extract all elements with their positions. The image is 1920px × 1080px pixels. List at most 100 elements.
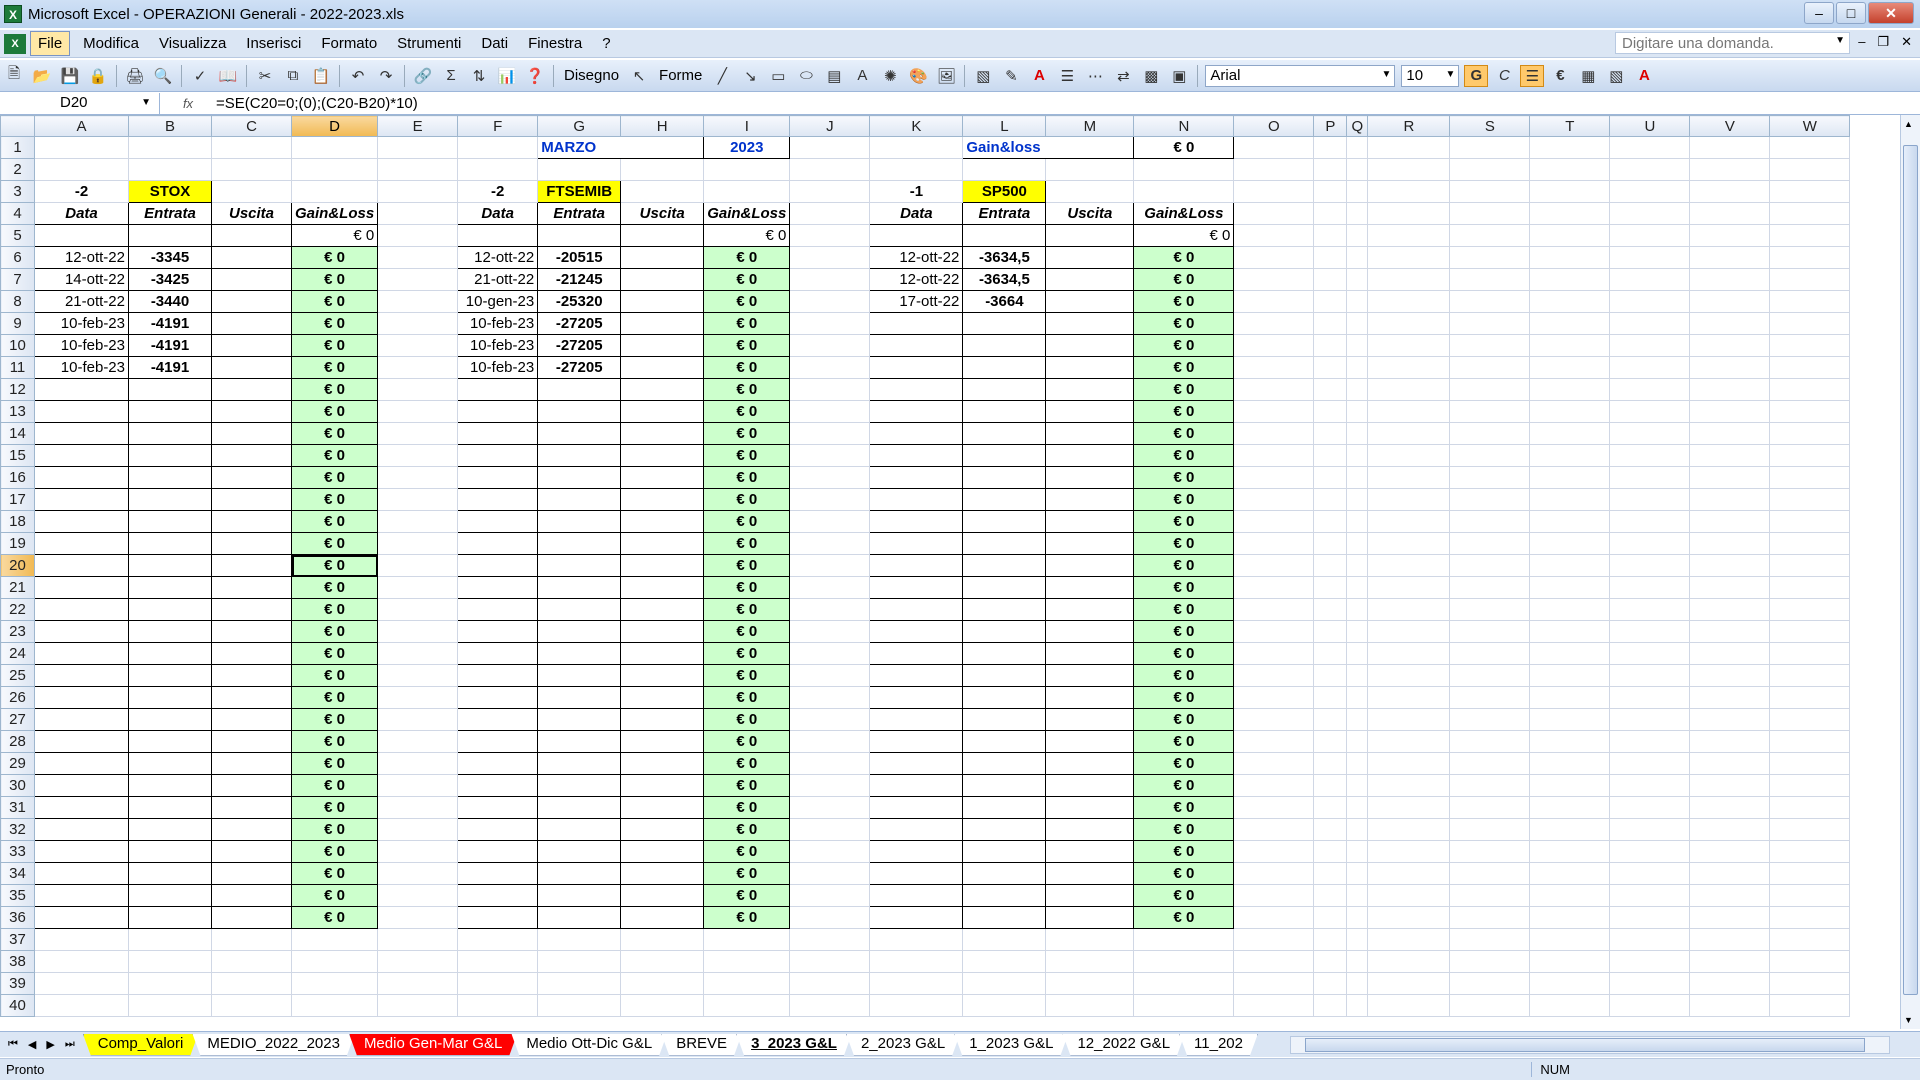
cell[interactable] (869, 906, 964, 929)
cell[interactable] (211, 268, 292, 291)
cell[interactable] (1769, 686, 1851, 709)
cell[interactable] (1346, 290, 1369, 313)
cell[interactable] (1233, 158, 1315, 181)
cell[interactable] (377, 994, 459, 1017)
cell[interactable] (1367, 158, 1451, 181)
cell[interactable] (1449, 246, 1531, 269)
column-label[interactable]: Uscita (211, 202, 292, 225)
entry-date[interactable]: 12-ott-22 (869, 268, 964, 291)
cell[interactable] (869, 312, 964, 335)
cell[interactable] (789, 356, 871, 379)
cell[interactable] (1045, 884, 1135, 907)
cell[interactable] (377, 818, 459, 841)
cell[interactable] (869, 510, 964, 533)
cell[interactable] (1233, 422, 1315, 445)
cell[interactable] (1609, 928, 1691, 951)
cell[interactable] (457, 378, 539, 401)
cell[interactable] (537, 466, 622, 489)
cell[interactable] (1689, 598, 1771, 621)
cell[interactable] (1689, 356, 1771, 379)
cell[interactable] (1313, 290, 1348, 313)
cell[interactable] (703, 158, 791, 181)
cell[interactable] (1769, 444, 1851, 467)
cell[interactable] (1449, 620, 1531, 643)
cell[interactable] (789, 136, 871, 159)
cell[interactable] (1367, 246, 1451, 269)
cell[interactable] (1367, 268, 1451, 291)
cell[interactable] (1689, 796, 1771, 819)
cell[interactable] (620, 158, 705, 181)
cell[interactable] (1449, 290, 1531, 313)
cell[interactable] (620, 906, 705, 929)
cell[interactable] (537, 510, 622, 533)
cell[interactable] (1769, 158, 1851, 181)
row-header[interactable]: 24 (0, 642, 35, 665)
cell[interactable] (1367, 840, 1451, 863)
cell[interactable] (1346, 752, 1369, 775)
cell[interactable] (34, 796, 129, 819)
cell[interactable] (962, 972, 1047, 995)
cell[interactable] (128, 884, 212, 907)
cell[interactable] (1689, 686, 1771, 709)
cell[interactable] (34, 510, 129, 533)
cell[interactable] (457, 906, 539, 929)
column-header[interactable]: T (1529, 115, 1611, 137)
cell[interactable] (789, 620, 871, 643)
row-header[interactable]: 37 (0, 928, 35, 951)
cell[interactable] (1689, 268, 1771, 291)
cell[interactable] (962, 598, 1047, 621)
column-label[interactable]: Gain&Loss (703, 202, 791, 225)
cell[interactable] (620, 576, 705, 599)
cell[interactable] (869, 884, 964, 907)
cell[interactable] (1689, 708, 1771, 731)
cell[interactable] (1233, 884, 1315, 907)
row-header[interactable]: 5 (0, 224, 35, 247)
cell[interactable] (1609, 576, 1691, 599)
entry-price[interactable]: -3345 (128, 246, 212, 269)
horizontal-scrollbar[interactable] (1290, 1036, 1890, 1054)
cell[interactable] (1367, 664, 1451, 687)
cell[interactable] (1313, 686, 1348, 709)
cell[interactable] (1313, 510, 1348, 533)
cell[interactable] (1045, 972, 1135, 995)
cell[interactable] (1233, 708, 1315, 731)
gain-loss-cell[interactable]: € 0 (290, 642, 379, 665)
cell[interactable] (789, 444, 871, 467)
cell[interactable] (1346, 884, 1369, 907)
cell[interactable] (1313, 664, 1348, 687)
cell[interactable] (1609, 598, 1691, 621)
cell[interactable] (1367, 180, 1451, 203)
cell[interactable] (211, 532, 292, 555)
column-label[interactable]: Uscita (620, 202, 705, 225)
research-icon[interactable]: 📖 (216, 65, 240, 87)
cell[interactable] (1233, 906, 1315, 929)
cell[interactable] (1346, 686, 1369, 709)
new-icon[interactable]: 🗎 (2, 65, 26, 87)
cell[interactable] (1313, 620, 1348, 643)
cell[interactable] (869, 444, 964, 467)
gain-loss-cell[interactable]: € 0 (703, 752, 791, 775)
cell[interactable] (1769, 884, 1851, 907)
cell[interactable] (620, 972, 705, 995)
cell[interactable] (1346, 642, 1369, 665)
cell[interactable] (211, 994, 292, 1017)
cell[interactable] (1449, 532, 1531, 555)
cell[interactable] (1529, 818, 1611, 841)
cell[interactable] (1449, 664, 1531, 687)
row-header[interactable]: 29 (0, 752, 35, 775)
cell[interactable] (1689, 488, 1771, 511)
cell[interactable] (1313, 312, 1348, 335)
gain-loss-cell[interactable]: € 0 (1133, 554, 1235, 577)
shapes-menu[interactable]: Forme (657, 67, 704, 84)
cell[interactable] (1609, 510, 1691, 533)
cell[interactable] (1609, 840, 1691, 863)
cell[interactable] (128, 730, 212, 753)
cell[interactable] (1346, 928, 1369, 951)
maximize-button[interactable]: □ (1836, 2, 1866, 24)
cell[interactable] (1346, 202, 1369, 225)
cell[interactable] (1529, 620, 1611, 643)
gain-loss-cell[interactable]: € 0 (703, 774, 791, 797)
cell[interactable] (457, 400, 539, 423)
gain-loss-cell[interactable]: € 0 (290, 906, 379, 929)
cell[interactable] (537, 774, 622, 797)
